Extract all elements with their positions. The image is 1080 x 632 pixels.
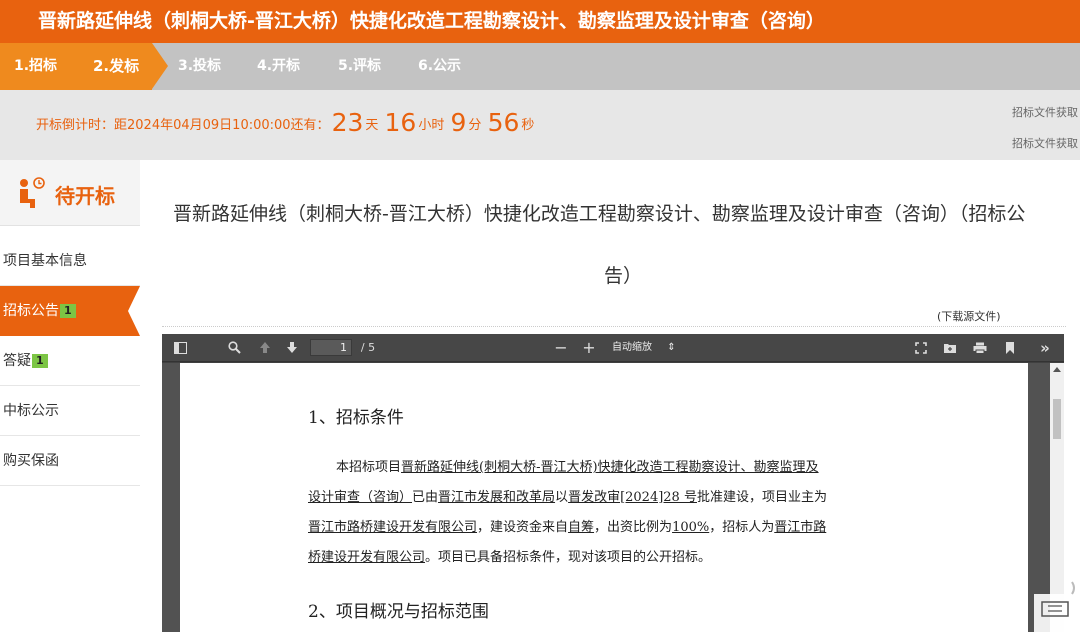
count-badge: 1	[32, 354, 48, 368]
section-heading-1: 1、招标条件	[308, 408, 404, 428]
sidebar-item-award-notice[interactable]: 中标公示	[0, 386, 140, 436]
funding-ratio: 100%	[672, 520, 710, 535]
bid-doc-fetch-link-1[interactable]: 招标文件获取	[1012, 104, 1078, 120]
step-publicity[interactable]: 6.公示	[418, 43, 461, 90]
section-paragraph: 本招标项目晋新路延伸线(刺桐大桥-晋江大桥)快捷化改造工程勘察设计、勘察监理及 …	[308, 453, 918, 573]
sidebar-status-header: 待开标	[0, 160, 140, 226]
zoom-select-value: 自动缩放	[612, 342, 652, 353]
search-icon[interactable]	[224, 334, 244, 362]
sidebar-item-label: 答疑	[3, 353, 31, 369]
section-heading-2: 2、项目概况与招标范围	[308, 602, 489, 622]
presentation-mode-icon[interactable]	[912, 334, 930, 362]
countdown-minutes-unit: 分	[468, 118, 482, 133]
text-run: ，出资比例为	[594, 520, 673, 535]
sidebar-item-qa[interactable]: 答疑 1	[0, 336, 140, 386]
bid-doc-fetch-link-2[interactable]: 招标文件获取	[1012, 135, 1078, 151]
sidebar-item-bid-notice[interactable]: 招标公告 1	[0, 286, 140, 336]
step-issue-bid[interactable]: 2.发标	[93, 43, 139, 90]
step-evaluate-bid[interactable]: 5.评标	[338, 43, 381, 90]
project-name-cont: 设计审查（咨询）	[308, 490, 413, 505]
project-owner: 晋江市路桥建设开发有限公司	[308, 520, 478, 535]
approval-authority: 晋江市发展和改革局	[438, 490, 556, 505]
progress-steps: 1.招标 2.发标 3.投标 4.开标 5.评标 6.公示	[0, 43, 1080, 90]
scroll-up-arrow-icon[interactable]	[1053, 367, 1061, 372]
project-name: 晋新路延伸线(刺桐大桥-晋江大桥)快捷化改造工程勘察设计、勘察监理及	[401, 460, 819, 475]
paragraph-line-3: 晋江市路桥建设开发有限公司，建设资金来自自筹，出资比例为100%，招标人为晋江市…	[308, 513, 918, 543]
text-run: 已由	[412, 490, 439, 505]
zoom-in-button[interactable]: +	[581, 334, 597, 362]
page-title: 晋新路延伸线（刺桐大桥-晋江大桥）快捷化改造工程勘察设计、勘察监理及设计审查（咨…	[0, 0, 1080, 43]
pdf-viewer: 1 / 5 − + 自动缩放 ⇕ » 1、招标条件 本招标项目晋新路延伸线(刺桐…	[162, 334, 1064, 632]
countdown-seconds: 56	[487, 108, 520, 137]
paragraph-line-1: 本招标项目晋新路延伸线(刺桐大桥-晋江大桥)快捷化改造工程勘察设计、勘察监理及	[308, 453, 918, 483]
previous-page-icon[interactable]	[256, 334, 274, 362]
zoom-select[interactable]: 自动缩放 ⇕	[606, 339, 684, 356]
open-file-icon[interactable]	[940, 334, 960, 362]
page-total: / 5	[360, 341, 376, 354]
divider	[162, 326, 1066, 327]
sidebar-item-label: 招标公告	[3, 303, 59, 319]
pdf-page: 1、招标条件 本招标项目晋新路延伸线(刺桐大桥-晋江大桥)快捷化改造工程勘察设计…	[180, 363, 1028, 632]
notice-title-line1: 晋新路延伸线（刺桐大桥-晋江大桥）快捷化改造工程勘察设计、勘察监理及设计审查（咨…	[173, 203, 1026, 225]
countdown-days-unit: 天	[365, 118, 379, 133]
sidebar-item-project-info[interactable]: 项目基本信息	[0, 236, 140, 286]
steps-active-arrow	[152, 43, 168, 89]
text-run: 批准建设，项目业主为	[696, 490, 827, 505]
funding-source: 自筹	[568, 520, 595, 535]
sidebar-item-label: 购买保函	[3, 453, 59, 469]
active-pointer-arrow	[128, 286, 140, 336]
tenderer-name: 晋江市路	[774, 520, 827, 535]
approval-number: 晋发改审[2024]28 号	[568, 490, 697, 505]
countdown-panel: 开标倒计时：距2024年04月09日10:00:00还有：23 天 16 小时 9分…	[0, 90, 1080, 160]
sidebar-status-label: 待开标	[55, 184, 115, 208]
step-submit-bid[interactable]: 3.投标	[178, 43, 221, 90]
countdown-hours: 16	[384, 108, 417, 137]
paragraph-line-2: 设计审查（咨询）已由晋江市发展和改革局以晋发改审[2024]28 号批准建设，项…	[308, 483, 918, 513]
next-page-icon[interactable]	[283, 334, 301, 362]
step-bid-invite[interactable]: 1.招标	[14, 43, 57, 90]
countdown-seconds-unit: 秒	[521, 118, 535, 133]
scroll-thumb[interactable]	[1053, 399, 1061, 439]
sidebar-toggle-icon[interactable]	[170, 334, 190, 362]
print-icon[interactable]	[970, 334, 990, 362]
pdf-toolbar: 1 / 5 − + 自动缩放 ⇕ »	[162, 334, 1064, 362]
countdown-days: 23	[331, 108, 364, 137]
paragraph-line-4: 桥建设开发有限公司。项目已具备招标条件，现对该项目的公开招标。	[308, 543, 918, 573]
zoom-out-button[interactable]: −	[553, 334, 569, 362]
text-run: 本招标项目	[336, 460, 402, 475]
bookmark-icon[interactable]	[1001, 334, 1019, 362]
tenderer-name-cont: 桥建设开发有限公司	[308, 550, 426, 565]
notice-title-line2: 告）	[603, 265, 642, 287]
text-run: ，招标人为	[709, 520, 775, 535]
countdown-timer: 开标倒计时：距2024年04月09日10:00:00还有：23 天 16 小时 9分…	[36, 108, 534, 141]
sidebar-item-label: 项目基本信息	[3, 253, 87, 269]
sidebar-item-label: 中标公示	[3, 403, 59, 419]
tools-menu-button[interactable]: »	[1032, 334, 1058, 362]
select-arrows-icon: ⇕	[667, 342, 676, 353]
text-run: ，建设资金来自	[477, 520, 569, 535]
text-run: 。项目已具备招标条件，现对该项目的公开招标。	[425, 550, 712, 565]
sidebar-item-buy-guarantee[interactable]: 购买保函	[0, 436, 140, 486]
countdown-prefix: 开标倒计时：距2024年04月09日10:00:00还有：	[36, 118, 330, 133]
person-clock-icon	[20, 177, 45, 208]
countdown-hours-unit: 小时	[418, 118, 445, 133]
text-run: 以	[555, 490, 569, 505]
step-open-bid[interactable]: 4.开标	[257, 43, 300, 90]
countdown-minutes: 9	[450, 108, 467, 137]
page-number-input[interactable]: 1	[310, 339, 352, 356]
count-badge: 1	[60, 304, 76, 318]
download-source-link[interactable]: (下载源文件)	[937, 308, 1001, 324]
notice-title: 晋新路延伸线（刺桐大桥-晋江大桥）快捷化改造工程勘察设计、勘察监理及设计审查（咨…	[173, 202, 1073, 288]
pdf-document-area[interactable]: 1、招标条件 本招标项目晋新路延伸线(刺桐大桥-晋江大桥)快捷化改造工程勘察设计…	[162, 363, 1050, 632]
sidebar: 待开标 项目基本信息 招标公告 1 答疑 1 中标公示 购买保函	[0, 160, 140, 632]
corner-watermark-icon	[1034, 581, 1080, 632]
